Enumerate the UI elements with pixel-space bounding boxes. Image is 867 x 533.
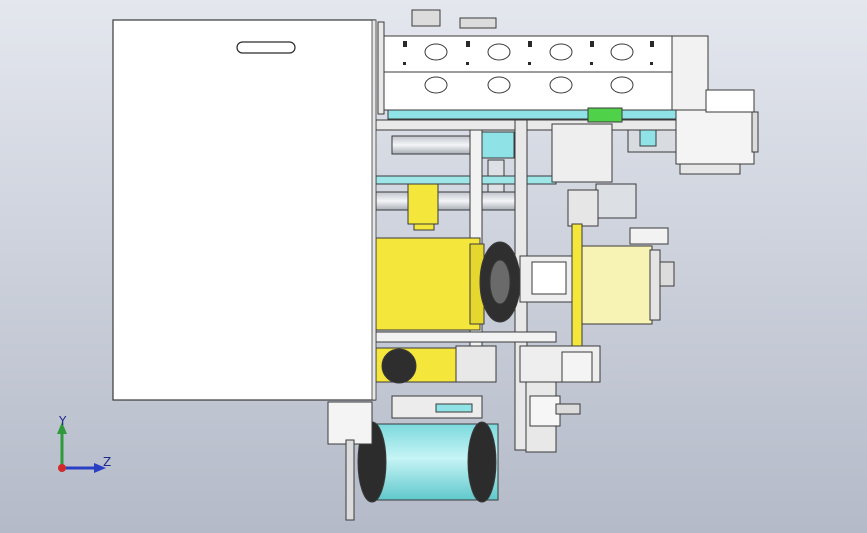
- x-axis-dot: [58, 464, 66, 472]
- handle-slot: [236, 41, 296, 54]
- z-axis-label: Z: [103, 455, 111, 469]
- cover-panel: [112, 19, 377, 401]
- cad-viewport[interactable]: [0, 0, 867, 533]
- axis-triad: Y Z: [57, 414, 111, 473]
- y-axis-label: Y: [58, 414, 67, 428]
- drum-cylinder: [327, 401, 499, 521]
- top-beam: [377, 9, 709, 120]
